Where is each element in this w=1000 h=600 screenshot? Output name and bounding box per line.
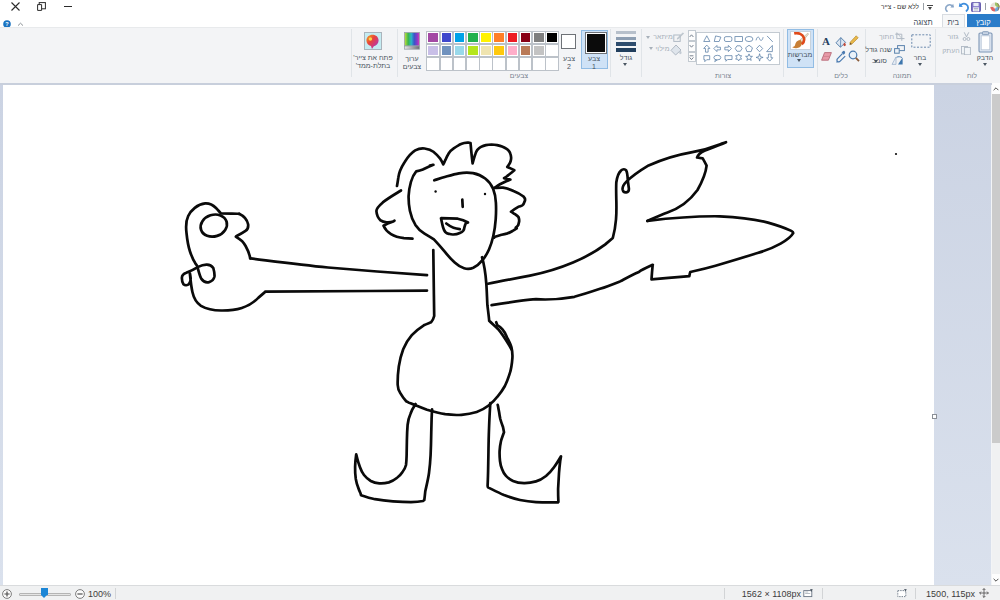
svg-text:?: ? [5, 21, 9, 27]
